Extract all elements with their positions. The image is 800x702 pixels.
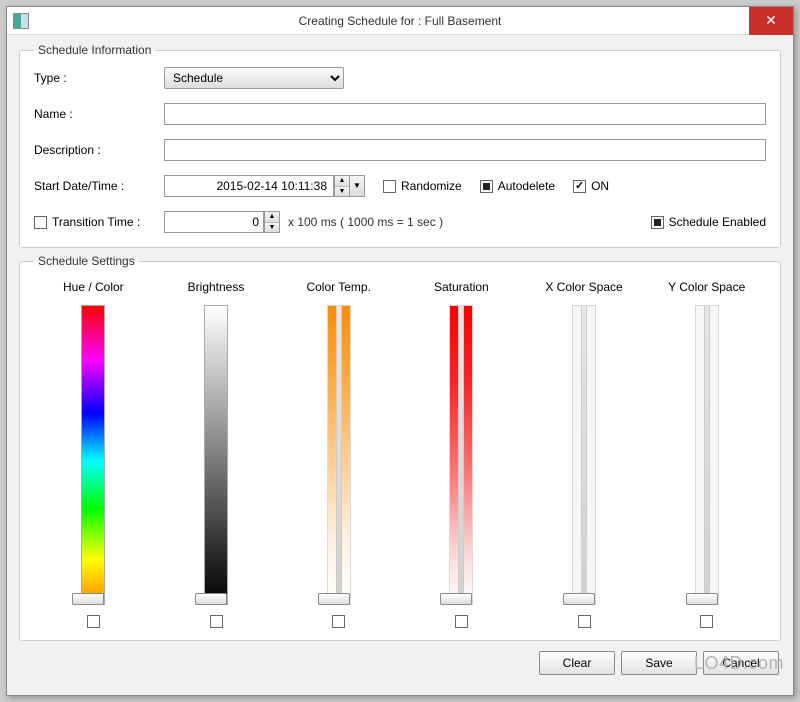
colortemp-column: Color Temp. — [279, 280, 398, 628]
brightness-column: Brightness — [157, 280, 276, 628]
name-input[interactable] — [164, 103, 766, 125]
randomize-checkbox[interactable]: Randomize — [383, 179, 462, 193]
brightness-enable-checkbox[interactable] — [210, 615, 223, 628]
colortemp-enable-checkbox[interactable] — [332, 615, 345, 628]
datetime-spinner[interactable]: ▲▼ — [334, 175, 350, 197]
hue-enable-checkbox[interactable] — [87, 615, 100, 628]
schedule-information-legend: Schedule Information — [34, 43, 155, 57]
autodelete-checkbox[interactable]: Autodelete — [480, 179, 555, 193]
schedule-information-group: Schedule Information Type : Schedule Nam… — [19, 43, 781, 248]
autodelete-label: Autodelete — [498, 179, 555, 193]
type-select[interactable]: Schedule — [164, 67, 344, 89]
xcolor-column: X Color Space — [525, 280, 644, 628]
cancel-button[interactable]: Cancel — [703, 651, 779, 675]
schedule-enabled-checkbox[interactable]: Schedule Enabled — [651, 215, 766, 229]
xcolor-slider[interactable] — [567, 305, 601, 605]
button-bar: Clear Save Cancel — [19, 647, 781, 679]
transition-spinner[interactable]: ▲▼ — [264, 211, 280, 233]
description-label: Description : — [34, 143, 164, 157]
saturation-column: Saturation — [402, 280, 521, 628]
spinner-down-icon[interactable]: ▼ — [265, 223, 279, 233]
close-button[interactable]: ✕ — [749, 7, 793, 35]
schedule-settings-group: Schedule Settings Hue / Color Brightness — [19, 254, 781, 641]
name-label: Name : — [34, 107, 164, 121]
ycolor-slider[interactable] — [690, 305, 724, 605]
ycolor-enable-checkbox[interactable] — [700, 615, 713, 628]
brightness-slider[interactable] — [199, 305, 233, 605]
xcolor-enable-checkbox[interactable] — [578, 615, 591, 628]
hue-label: Hue / Color — [63, 280, 124, 300]
schedule-enabled-label: Schedule Enabled — [669, 215, 766, 229]
window-title: Creating Schedule for : Full Basement — [7, 14, 793, 28]
on-label: ON — [591, 179, 609, 193]
ycolor-column: Y Color Space — [647, 280, 766, 628]
spinner-up-icon[interactable]: ▲ — [265, 212, 279, 223]
transition-time-checkbox[interactable]: Transition Time : — [34, 215, 164, 229]
colortemp-label: Color Temp. — [306, 280, 370, 300]
saturation-enable-checkbox[interactable] — [455, 615, 468, 628]
dialog-body: Schedule Information Type : Schedule Nam… — [7, 35, 793, 695]
xcolor-label: X Color Space — [545, 280, 622, 300]
start-datetime-label: Start Date/Time : — [34, 179, 164, 193]
titlebar[interactable]: Creating Schedule for : Full Basement ✕ — [7, 7, 793, 35]
hue-column: Hue / Color — [34, 280, 153, 628]
app-icon — [13, 13, 29, 29]
brightness-label: Brightness — [188, 280, 245, 300]
saturation-label: Saturation — [434, 280, 489, 300]
schedule-settings-legend: Schedule Settings — [34, 254, 139, 268]
datetime-dropdown-button[interactable]: ▼ — [349, 175, 365, 197]
spinner-up-icon[interactable]: ▲ — [335, 176, 349, 187]
type-label: Type : — [34, 71, 164, 85]
hue-slider[interactable] — [76, 305, 110, 605]
description-input[interactable] — [164, 139, 766, 161]
transition-hint: x 100 ms ( 1000 ms = 1 sec ) — [288, 215, 443, 229]
transition-time-input[interactable] — [164, 211, 264, 233]
ycolor-label: Y Color Space — [668, 280, 745, 300]
start-datetime-input[interactable] — [164, 175, 334, 197]
clear-button[interactable]: Clear — [539, 651, 615, 675]
save-button[interactable]: Save — [621, 651, 697, 675]
dialog-window: Creating Schedule for : Full Basement ✕ … — [6, 6, 794, 696]
saturation-slider[interactable] — [444, 305, 478, 605]
transition-time-label: Transition Time : — [52, 215, 140, 229]
colortemp-slider[interactable] — [322, 305, 356, 605]
randomize-label: Randomize — [401, 179, 462, 193]
spinner-down-icon[interactable]: ▼ — [335, 187, 349, 197]
on-checkbox[interactable]: ON — [573, 179, 609, 193]
